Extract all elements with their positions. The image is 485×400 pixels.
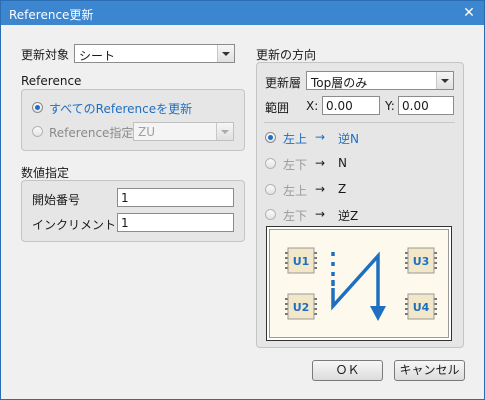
direction-option-from: 左上 [283,184,308,198]
reference-group [21,89,245,151]
chip-label: U4 [413,301,430,314]
layer-label: 更新層 [265,76,302,90]
chip-u1: U1 [285,247,317,274]
direction-arrow-icon: → [315,207,326,221]
range-y-field[interactable]: 0.00 [398,96,454,115]
numbering-heading: 数値指定 [21,166,70,180]
range-y-value: 0.00 [402,99,429,113]
reference-update-dialog: Reference更新 ✕ 更新対象 シート Reference すべてのRef… [0,0,485,400]
target-label: 更新対象 [21,48,70,62]
direction-arrow-icon: → [315,156,326,170]
chip-label: U2 [293,301,310,314]
radio-direction-top-left-z[interactable] [265,184,276,195]
layer-select-value: Top層のみ [311,76,368,90]
radio-direction-bottom-left-n[interactable] [265,158,276,169]
path-line [331,251,380,311]
start-number-label: 開始番号 [32,193,81,207]
radio-direction-bottom-left-reverse-z[interactable] [265,209,276,220]
range-y-label: Y: [385,99,395,113]
radio-direction-top-left-reverse-n[interactable] [265,132,276,143]
option-specified-reference-label: Reference指定 [49,126,134,140]
close-icon[interactable]: ✕ [460,4,478,22]
target-select-value: シート [79,49,116,63]
chip-label: U3 [413,255,430,268]
ok-button[interactable]: ＯＫ [312,360,383,381]
radio-all-references[interactable] [32,102,43,113]
chevron-down-icon[interactable] [217,45,234,62]
direction-option-to: 逆Z [338,209,359,223]
chip-u2: U2 [285,293,317,320]
chip-u4: U4 [405,293,437,320]
preview-canvas: U1 U2 U3 U4 [269,229,449,338]
title-bar: Reference更新 ✕ [1,1,484,25]
cancel-button[interactable]: キャンセル [394,360,465,381]
chevron-down-icon[interactable] [216,123,233,140]
layer-select[interactable]: Top層のみ [306,71,454,90]
preview-graphic: U1 U2 U3 U4 [285,247,437,321]
direction-preview: U1 U2 U3 U4 [266,226,452,341]
direction-option-to: 逆N [338,132,359,146]
radio-specified-reference[interactable] [32,126,43,137]
reference-heading: Reference [21,74,82,88]
direction-heading: 更新の方向 [256,48,317,62]
range-x-label: X: [306,99,319,113]
arrow-head-icon [370,306,386,321]
start-number-field[interactable]: 1 [117,188,234,207]
increment-field[interactable]: 1 [117,213,234,232]
increment-value: 1 [121,216,129,230]
target-select[interactable]: シート [74,44,235,63]
range-x-value: 0.00 [326,99,353,113]
direction-option-to: Z [338,182,347,196]
chip-u3: U3 [405,247,437,274]
specified-reference-value: ZU [138,125,156,139]
increment-label: インクリメント [32,218,117,232]
divider [264,122,455,123]
window-title: Reference更新 [9,8,94,22]
direction-option-to: N [338,156,347,170]
start-number-value: 1 [121,191,129,205]
chip-label: U1 [293,255,310,268]
direction-arrow-icon: → [315,130,326,144]
direction-option-from: 左下 [283,158,308,172]
range-x-field[interactable]: 0.00 [322,96,380,115]
direction-arrow-icon: → [315,182,326,196]
chevron-down-icon[interactable] [436,72,453,89]
direction-option-from: 左下 [283,209,308,223]
direction-option-from: 左上 [283,132,308,146]
option-all-references-label: すべてのReferenceを更新 [49,102,193,116]
specified-reference-select[interactable]: ZU [133,122,234,141]
range-label: 範囲 [265,101,290,115]
